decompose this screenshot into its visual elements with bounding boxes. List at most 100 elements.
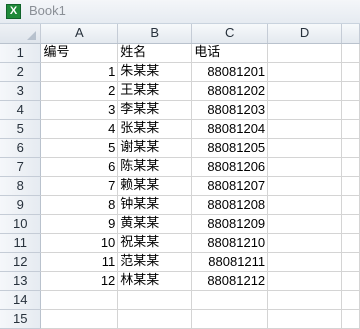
- cell-a[interactable]: 1: [40, 62, 119, 82]
- cell-c[interactable]: 88081212: [191, 271, 269, 291]
- cell-d[interactable]: [267, 62, 342, 82]
- row-header[interactable]: 4: [0, 100, 42, 120]
- cell-b[interactable]: 谢某某: [117, 138, 193, 158]
- row-header[interactable]: 8: [0, 176, 42, 196]
- row-header[interactable]: 1: [0, 43, 42, 63]
- row-header[interactable]: 15: [0, 309, 42, 329]
- cell-e[interactable]: [341, 81, 360, 101]
- cell-a[interactable]: 4: [40, 119, 119, 139]
- select-all-corner[interactable]: [0, 24, 42, 44]
- cell-c[interactable]: 88081204: [191, 119, 269, 139]
- cell-b[interactable]: 祝某某: [117, 233, 193, 253]
- row-header[interactable]: 13: [0, 271, 42, 291]
- cell-e[interactable]: [341, 252, 360, 272]
- cell-c[interactable]: 88081207: [191, 176, 269, 196]
- cell-e[interactable]: [341, 271, 360, 291]
- row-header[interactable]: 2: [0, 62, 42, 82]
- cell-c[interactable]: [191, 309, 269, 329]
- row-header[interactable]: 6: [0, 138, 42, 158]
- cell-b[interactable]: 陈某某: [117, 157, 193, 177]
- cell-e[interactable]: [341, 176, 360, 196]
- cell-c[interactable]: 88081211: [191, 252, 269, 272]
- cell-d[interactable]: [267, 290, 342, 310]
- cell-a[interactable]: [40, 290, 119, 310]
- cell-d[interactable]: [267, 271, 342, 291]
- cell-e[interactable]: [341, 157, 360, 177]
- cell-e[interactable]: [341, 309, 360, 329]
- cell-d[interactable]: [267, 100, 342, 120]
- cell-d[interactable]: [267, 81, 342, 101]
- column-header-b[interactable]: B: [117, 24, 193, 44]
- cell-a[interactable]: 5: [40, 138, 119, 158]
- cell-c[interactable]: 88081203: [191, 100, 269, 120]
- cell-e1[interactable]: [341, 43, 360, 63]
- row-header[interactable]: 12: [0, 252, 42, 272]
- cell-c1[interactable]: 电话: [191, 43, 269, 63]
- column-header-a[interactable]: A: [40, 24, 119, 44]
- cell-e[interactable]: [341, 100, 360, 120]
- cell-d[interactable]: [267, 195, 342, 215]
- cell-d[interactable]: [267, 157, 342, 177]
- row-header[interactable]: 10: [0, 214, 42, 234]
- row-header[interactable]: 9: [0, 195, 42, 215]
- row-header[interactable]: 5: [0, 119, 42, 139]
- cell-c[interactable]: 88081206: [191, 157, 269, 177]
- cell-c[interactable]: 88081205: [191, 138, 269, 158]
- row-header[interactable]: 14: [0, 290, 42, 310]
- cell-e[interactable]: [341, 214, 360, 234]
- cell-a[interactable]: 9: [40, 214, 119, 234]
- cell-d[interactable]: [267, 233, 342, 253]
- cell-b[interactable]: [117, 309, 193, 329]
- cell-d1[interactable]: [267, 43, 342, 63]
- cell-b[interactable]: 范某某: [117, 252, 193, 272]
- column-header-c[interactable]: C: [191, 24, 269, 44]
- cell-c[interactable]: [191, 290, 269, 310]
- cell-d[interactable]: [267, 138, 342, 158]
- cell-e[interactable]: [341, 138, 360, 158]
- cell-d[interactable]: [267, 309, 342, 329]
- cell-a[interactable]: 12: [40, 271, 119, 291]
- cell-b[interactable]: 赖某某: [117, 176, 193, 196]
- cell-c[interactable]: 88081201: [191, 62, 269, 82]
- row-header[interactable]: 7: [0, 157, 42, 177]
- cell-b[interactable]: 王某某: [117, 81, 193, 101]
- row-header[interactable]: 3: [0, 81, 42, 101]
- cell-e[interactable]: [341, 62, 360, 82]
- table-row: 13 12 林某某 88081212: [0, 271, 360, 291]
- cell-d[interactable]: [267, 252, 342, 272]
- cell-b[interactable]: 钟某某: [117, 195, 193, 215]
- cell-b[interactable]: 黄某某: [117, 214, 193, 234]
- cell-a[interactable]: 3: [40, 100, 119, 120]
- cell-b1[interactable]: 姓名: [117, 43, 193, 63]
- cell-a[interactable]: 6: [40, 157, 119, 177]
- cell-a[interactable]: 10: [40, 233, 119, 253]
- cell-e[interactable]: [341, 195, 360, 215]
- cell-e[interactable]: [341, 233, 360, 253]
- column-header-d[interactable]: D: [267, 24, 342, 44]
- cell-a[interactable]: [40, 309, 119, 329]
- window-title: Book1: [29, 3, 66, 18]
- cell-c[interactable]: 88081209: [191, 214, 269, 234]
- cell-c[interactable]: 88081202: [191, 81, 269, 101]
- cell-e[interactable]: [341, 290, 360, 310]
- cell-a[interactable]: 11: [40, 252, 119, 272]
- cell-e[interactable]: [341, 119, 360, 139]
- cell-a1[interactable]: 编号: [40, 43, 119, 63]
- table-row: 4 3 李某某 88081203: [0, 100, 360, 120]
- cell-c[interactable]: 88081210: [191, 233, 269, 253]
- cell-b[interactable]: 张某某: [117, 119, 193, 139]
- cell-b[interactable]: [117, 290, 193, 310]
- cell-d[interactable]: [267, 119, 342, 139]
- cell-a[interactable]: 7: [40, 176, 119, 196]
- cell-d[interactable]: [267, 176, 342, 196]
- cell-a[interactable]: 2: [40, 81, 119, 101]
- cell-b[interactable]: 林某某: [117, 271, 193, 291]
- cell-a[interactable]: 8: [40, 195, 119, 215]
- row-header[interactable]: 11: [0, 233, 42, 253]
- cell-c[interactable]: 88081208: [191, 195, 269, 215]
- cell-b[interactable]: 朱某某: [117, 62, 193, 82]
- column-header-row: A B C D: [0, 24, 360, 44]
- cell-d[interactable]: [267, 214, 342, 234]
- column-header-e[interactable]: [341, 24, 360, 44]
- cell-b[interactable]: 李某某: [117, 100, 193, 120]
